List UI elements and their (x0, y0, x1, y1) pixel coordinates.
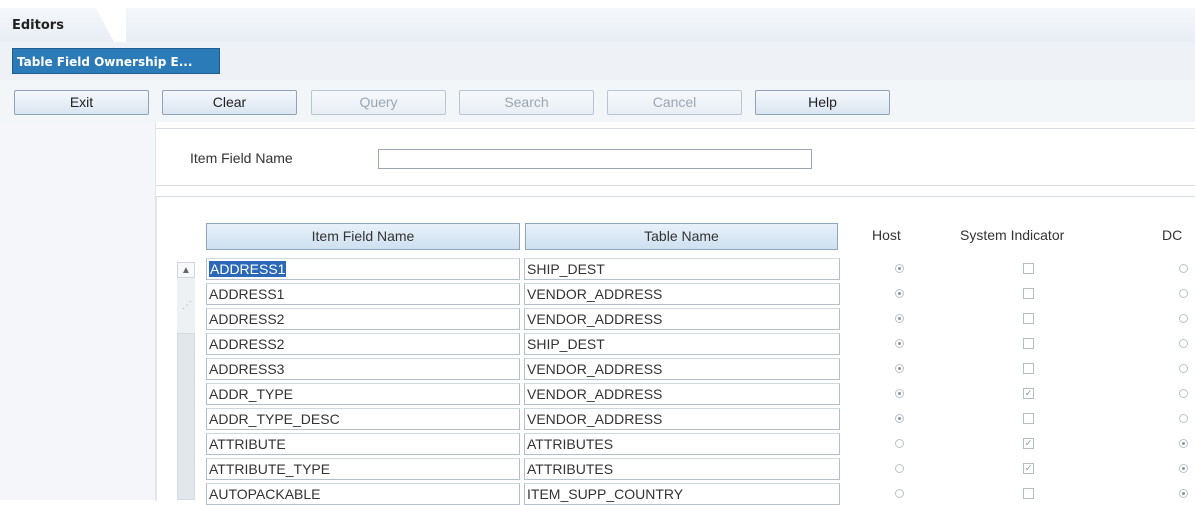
item-field-name-label: Item Field Name (190, 150, 293, 166)
system-indicator-checkbox[interactable]: ✓ (1023, 388, 1034, 399)
left-sidebar (0, 122, 156, 500)
host-radio[interactable] (895, 314, 904, 323)
item-field-name-cell[interactable]: ATTRIBUTE (206, 433, 520, 455)
scroll-up-arrow-icon[interactable]: ▲ (177, 262, 195, 278)
system-indicator-checkbox[interactable]: ✓ (1023, 463, 1034, 474)
table-name-cell[interactable]: SHIP_DEST (524, 258, 840, 280)
dc-radio[interactable] (1179, 264, 1188, 273)
system-indicator-checkbox[interactable] (1023, 288, 1034, 299)
item-field-name-cell[interactable]: ADDRESS2 (206, 333, 520, 355)
host-radio[interactable] (895, 339, 904, 348)
table-name-cell[interactable]: ATTRIBUTES (524, 433, 840, 455)
item-field-name-cell[interactable]: AUTOPACKABLE (206, 483, 520, 505)
item-field-name-cell[interactable]: ADDRESS2 (206, 308, 520, 330)
system-indicator-checkbox[interactable] (1023, 338, 1034, 349)
dc-radio[interactable] (1179, 414, 1188, 423)
item-field-name-text: ADDRESS1 (209, 286, 285, 302)
exit-button[interactable]: Exit (14, 90, 149, 115)
cancel-button[interactable]: Cancel (607, 90, 742, 115)
host-radio[interactable] (895, 289, 904, 298)
item-field-name-text: ADDR_TYPE_DESC (209, 411, 340, 427)
item-field-name-cell[interactable]: ATTRIBUTE_TYPE (206, 458, 520, 480)
item-field-name-text: ADDRESS1 (209, 261, 287, 277)
host-radio[interactable] (895, 464, 904, 473)
system-indicator-checkbox[interactable] (1023, 363, 1034, 374)
table-name-cell[interactable]: ITEM_SUPP_COUNTRY (524, 483, 840, 505)
dc-radio[interactable] (1179, 439, 1188, 448)
host-radio[interactable] (895, 489, 904, 498)
column-header-dc: DC (1162, 227, 1183, 243)
table-name-cell[interactable]: VENDOR_ADDRESS (524, 408, 840, 430)
table-name-cell[interactable]: VENDOR_ADDRESS (524, 358, 840, 380)
column-header-host: Host (872, 227, 901, 243)
item-field-name-cell[interactable]: ADDRESS3 (206, 358, 520, 380)
host-radio[interactable] (895, 389, 904, 398)
item-field-name-cell[interactable]: ADDR_TYPE (206, 383, 520, 405)
system-indicator-checkbox[interactable] (1023, 263, 1034, 274)
editors-tab[interactable]: Editors (0, 8, 1195, 42)
item-field-name-cell[interactable]: ADDRESS1 (206, 258, 520, 280)
column-header-table-name[interactable]: Table Name (525, 223, 838, 250)
query-button[interactable]: Query (311, 90, 446, 115)
table-name-cell[interactable]: VENDOR_ADDRESS (524, 283, 840, 305)
item-field-name-input[interactable] (378, 149, 812, 169)
scrollbar-thumb[interactable] (177, 333, 195, 500)
dc-radio[interactable] (1179, 364, 1188, 373)
table-name-cell[interactable]: ATTRIBUTES (524, 458, 840, 480)
page-tab-table-field-ownership[interactable]: Table Field Ownership E... (12, 48, 220, 74)
dc-radio[interactable] (1179, 464, 1188, 473)
item-field-name-text: ATTRIBUTE (209, 436, 286, 452)
item-field-name-text: ATTRIBUTE_TYPE (209, 461, 331, 477)
editors-tab-label: Editors (12, 18, 64, 33)
clear-button[interactable]: Clear (162, 90, 297, 115)
host-radio[interactable] (895, 264, 904, 273)
host-radio[interactable] (895, 414, 904, 423)
system-indicator-checkbox[interactable]: ✓ (1023, 438, 1034, 449)
dc-radio[interactable] (1179, 314, 1188, 323)
help-button[interactable]: Help (755, 90, 890, 115)
tab-notch (96, 8, 126, 42)
item-field-name-text: ADDRESS3 (209, 361, 285, 377)
item-field-name-text: ADDRESS2 (209, 311, 285, 327)
dc-radio[interactable] (1179, 289, 1188, 298)
search-button[interactable]: Search (459, 90, 594, 115)
column-header-item-field-name[interactable]: Item Field Name (206, 223, 520, 250)
item-field-name-cell[interactable]: ADDRESS1 (206, 283, 520, 305)
item-field-name-cell[interactable]: ADDR_TYPE_DESC (206, 408, 520, 430)
column-header-system-indicator: System Indicator (960, 227, 1065, 243)
dc-radio[interactable] (1179, 389, 1188, 398)
dc-radio[interactable] (1179, 489, 1188, 498)
table-name-cell[interactable]: SHIP_DEST (524, 333, 840, 355)
item-field-name-text: ADDR_TYPE (209, 386, 294, 402)
resize-grip-icon: ⋰ (182, 300, 192, 311)
system-indicator-checkbox[interactable] (1023, 313, 1034, 324)
system-indicator-checkbox[interactable] (1023, 413, 1034, 424)
item-field-name-text: ADDRESS2 (209, 336, 285, 352)
host-radio[interactable] (895, 364, 904, 373)
table-name-cell[interactable]: VENDOR_ADDRESS (524, 383, 840, 405)
host-radio[interactable] (895, 439, 904, 448)
table-name-cell[interactable]: VENDOR_ADDRESS (524, 308, 840, 330)
system-indicator-checkbox[interactable] (1023, 488, 1034, 499)
dc-radio[interactable] (1179, 339, 1188, 348)
